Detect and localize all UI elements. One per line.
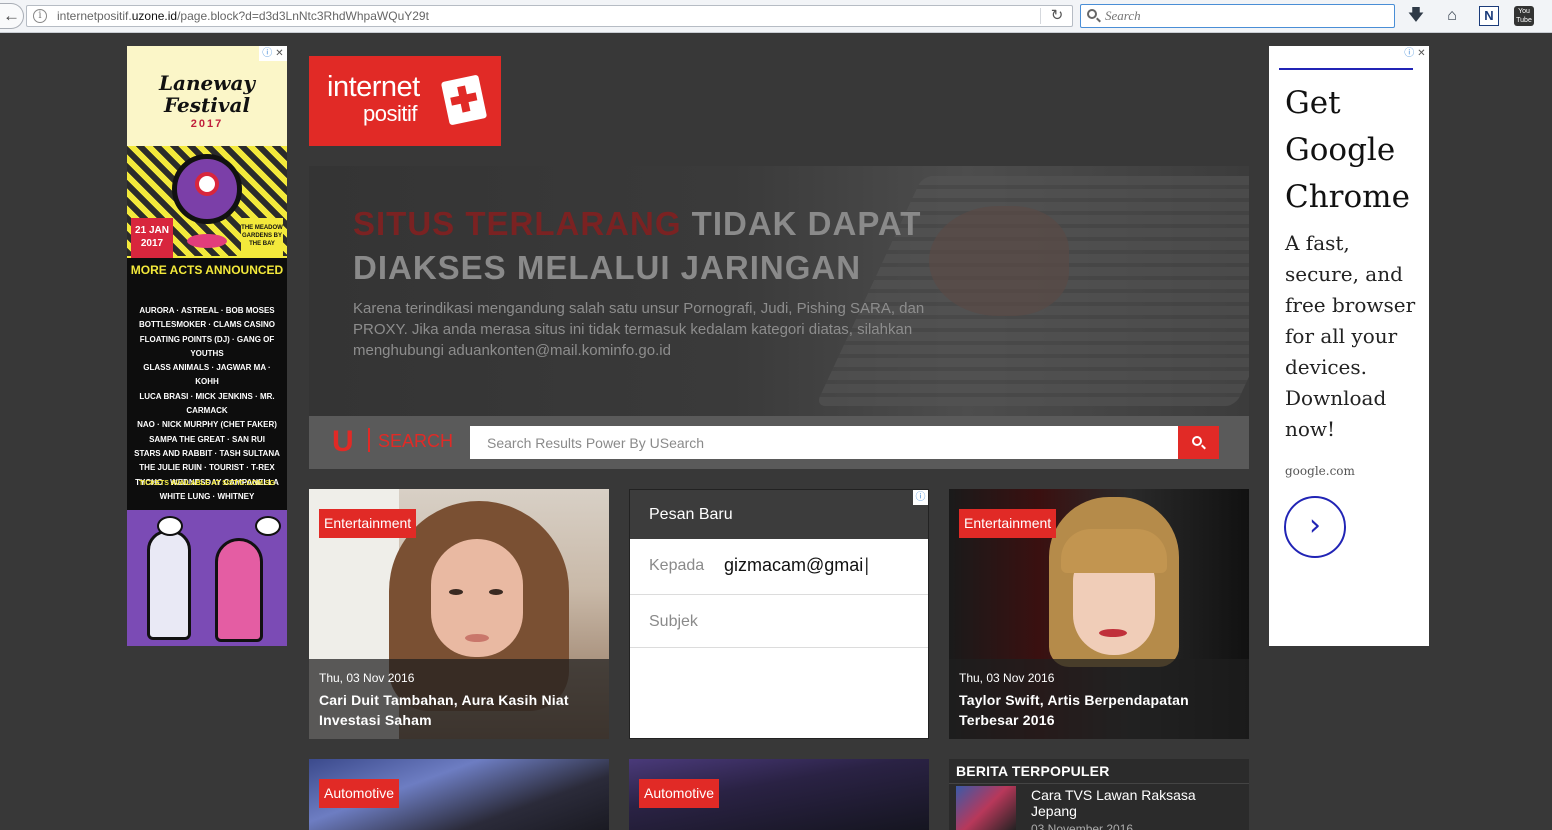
artwork-figure (215, 538, 263, 642)
card-caption: Thu, 03 Nov 2016 Cari Duit Tambahan, Aur… (309, 659, 609, 739)
tickets-info: TICKETS AVAILABLE AT SISTIC.COM.SG (139, 480, 275, 487)
search-icon (1192, 436, 1202, 446)
banner-description: Karena terindikasi mengandung salah satu… (353, 300, 925, 359)
card-caption: Thu, 03 Nov 2016 Taylor Swift, Artis Ber… (949, 659, 1249, 739)
popular-news-panel: BERITA TERPOPULER Cara TVS Lawan Raksasa… (949, 759, 1249, 830)
popular-thumbnail[interactable] (956, 786, 1016, 830)
popular-item-date: 03 November 2016 (1031, 822, 1134, 830)
to-field[interactable]: Kepada gizmacam@gmai (630, 539, 928, 595)
close-icon[interactable]: ✕ (275, 48, 283, 59)
photo-lips (1099, 629, 1127, 637)
back-arrow-icon[interactable]: ← (0, 3, 24, 29)
artwork-eye (255, 516, 281, 536)
lineup-panel: MORE ACTS ANNOUNCED AURORA · ASTREAL · B… (127, 258, 287, 510)
lineup-row: FLOATING POINTS (DJ) · GANG OF YOUTHS (139, 334, 275, 358)
close-icon[interactable]: ✕ (1417, 48, 1425, 59)
card-title[interactable]: Cari Duit Tambahan, Aura Kasih Niat Inve… (319, 690, 604, 730)
adchoices-icon[interactable]: ⓘ ✕ (259, 46, 287, 61)
chrome-ad[interactable]: Get Google Chrome A fast, secure, and fr… (1269, 46, 1429, 646)
festival-date: 21 JAN 2017 (131, 218, 173, 258)
subject-label: Subjek (649, 613, 698, 630)
festival-year: 2017 (190, 118, 224, 130)
home-icon[interactable]: ⌂ (1442, 6, 1462, 26)
usearch-input[interactable] (470, 426, 1178, 459)
popular-item-title[interactable]: Cara TVS Lawan Raksasa Jepang (1031, 787, 1241, 819)
internet-positif-logo[interactable]: internet positif (309, 56, 501, 146)
chevron-right-icon[interactable]: › (1284, 496, 1346, 558)
festival-title: Laneway Festival (158, 71, 256, 117)
usearch-button[interactable] (1178, 426, 1219, 459)
to-label: Kepada (649, 557, 705, 574)
ad-rule (1279, 68, 1413, 70)
card-title[interactable]: Taylor Swift, Artis Berpendapatan Terbes… (959, 690, 1244, 730)
category-tag[interactable]: Entertainment (319, 509, 417, 538)
news-card[interactable]: Entertainment Thu, 03 Nov 2016 Taylor Sw… (949, 489, 1249, 739)
subject-field[interactable]: Subjek (630, 595, 928, 648)
card-date: Thu, 03 Nov 2016 (319, 671, 415, 685)
to-value[interactable]: gizmacam@gmai (724, 555, 869, 576)
youtube-icon[interactable]: You Tube (1514, 6, 1534, 26)
ad-body: A fast, secure, and free browser for all… (1285, 231, 1416, 441)
artwork-figure (147, 530, 191, 640)
card-date: Thu, 03 Nov 2016 (959, 671, 1055, 685)
url-text[interactable]: internetpositif.uzone.id/page.block?d=d3… (57, 9, 429, 23)
ad-bottom-artwork (127, 510, 287, 646)
divider (949, 783, 1249, 784)
reload-icon[interactable]: ↻ (1047, 7, 1067, 25)
artwork-lips (187, 234, 227, 248)
adchoices-icon[interactable]: ⓘ ✕ (1401, 46, 1429, 61)
laneway-festival-ad[interactable]: Laneway Festival 2017 21 JAN 2017 THE MEA… (127, 46, 287, 646)
lineup-row: LUCA BRASI · MICK JENKINS · MR. CARMACK (139, 391, 275, 416)
photo-lips (465, 634, 489, 642)
category-tag[interactable]: Automotive (639, 779, 720, 808)
usearch-label: SEARCH (378, 431, 454, 451)
lineup-row: THE JULIE RUIN · TOURIST · T-REX (139, 463, 275, 473)
lineup-row: BOTTLESMOKER · CLAMS CASINO (139, 320, 275, 330)
news-card[interactable]: Entertainment Thu, 03 Nov 2016 Cari Duit… (309, 489, 609, 739)
news-card[interactable]: Automotive (629, 759, 929, 830)
artwork-eye (157, 516, 183, 536)
more-acts-heading: MORE ACTS ANNOUNCED (130, 263, 284, 277)
logo-text-line2: positif (363, 101, 417, 126)
lineup-row: GLASS ANIMALS · JAGWAR MA · KOHH (143, 363, 271, 387)
url-bar[interactable]: i internetpositif.uzone.id/page.block?d=… (26, 5, 1073, 27)
photo-bangs (1061, 529, 1167, 573)
usearch-divider (368, 428, 370, 452)
category-tag[interactable]: Entertainment (959, 509, 1057, 538)
ad-headline: Get Google Chrome (1285, 85, 1410, 215)
lineup-row: STARS AND RABBIT · TASH SULTANA (134, 448, 280, 458)
lineup-row: WHITE LUNG · WHITNEY (159, 491, 255, 501)
photo-eye (489, 589, 503, 595)
ad-site: google.com (1285, 464, 1355, 478)
logo-text-line1: internet (327, 71, 420, 103)
category-tag[interactable]: Automotive (319, 779, 400, 808)
banner-headline: SITUS TERLARANG TIDAK DAPAT (353, 205, 922, 242)
n-extension-icon[interactable]: N (1479, 6, 1499, 26)
news-card[interactable]: Automotive (309, 759, 609, 830)
lineup-row: SAMPA THE GREAT · SAN RUI (149, 434, 265, 444)
new-message-ad[interactable]: Pesan Baru ⓘ Kepada gizmacam@gmai Subjek (629, 489, 929, 739)
message-header: Pesan Baru (630, 490, 928, 539)
artwork-eye (195, 172, 219, 196)
banner-headline-line2: DIAKSES MELALUI JARINGAN (353, 249, 862, 286)
download-icon[interactable]: 🡇 (1406, 6, 1426, 26)
search-icon (1087, 9, 1097, 19)
lineup-row: AURORA · ASTREAL · BOB MOSES (139, 306, 275, 315)
usearch-bar: U SEARCH (309, 416, 1249, 469)
photo-eye (449, 589, 463, 595)
lineup-list: AURORA · ASTREAL · BOB MOSES BOTTLESMOKE… (131, 304, 283, 504)
festival-venue: THE MEADOW GARDENS BY THE BAY (241, 218, 283, 258)
plus-badge-icon (440, 74, 488, 126)
url-divider (1040, 8, 1041, 24)
blocked-site-banner: SITUS TERLARANG TIDAK DAPAT DIAKSES MELA… (309, 166, 1249, 416)
browser-search-input[interactable] (1105, 8, 1385, 24)
message-header-title: Pesan Baru (649, 506, 733, 523)
popular-heading: BERITA TERPOPULER (956, 763, 1110, 779)
browser-toolbar: ← i internetpositif.uzone.id/page.block?… (0, 0, 1552, 33)
browser-search-box[interactable] (1080, 4, 1395, 28)
usearch-logo: U (332, 425, 354, 458)
info-icon[interactable]: i (33, 9, 47, 23)
adchoices-icon[interactable]: ⓘ (913, 490, 928, 505)
lineup-row: NAO · NICK MURPHY (CHET FAKER) (137, 420, 277, 430)
